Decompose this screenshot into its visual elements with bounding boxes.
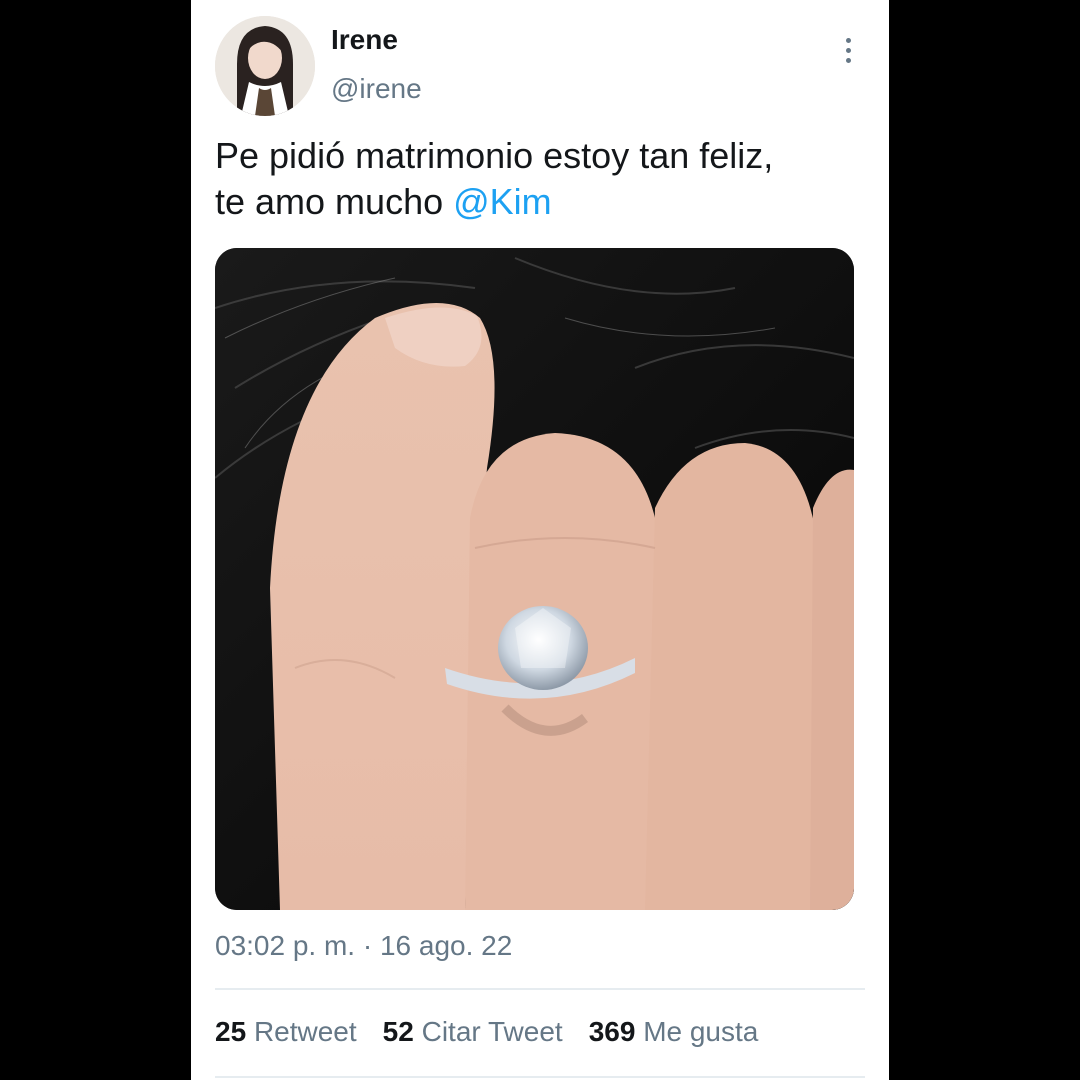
divider	[215, 988, 865, 990]
more-vertical-icon[interactable]	[831, 30, 865, 70]
tweet-timestamp[interactable]: 03:02 p. m. · 16 ago. 22	[215, 930, 512, 962]
tweet-text: Pe pidió matrimonio estoy tan feliz, te …	[215, 133, 865, 225]
quotes-label: Citar Tweet	[421, 1016, 563, 1047]
tweet-text-line-1: Pe pidió matrimonio estoy tan feliz,	[215, 135, 774, 176]
quotes-count: 52	[382, 1016, 414, 1047]
tweet-card: Irene @irene Pe pidió matrimonio estoy t…	[191, 0, 889, 1080]
retweets-label: Retweet	[253, 1016, 357, 1047]
likes-label: Me gusta	[643, 1016, 759, 1047]
more-dot	[845, 47, 851, 53]
author-handle[interactable]: @irene	[331, 73, 422, 105]
retweets-stat[interactable]: 25 Retweet	[215, 1016, 357, 1048]
more-dot	[845, 37, 851, 43]
divider	[215, 1076, 865, 1078]
tweet-photo[interactable]	[215, 248, 854, 910]
tweet-stats: 25 Retweet 52 Citar Tweet 369 Me gusta	[215, 1016, 758, 1048]
avatar[interactable]	[215, 16, 315, 116]
author-name[interactable]: Irene	[331, 24, 398, 56]
tweet-text-line-2: te amo mucho @Kim	[215, 179, 865, 225]
more-dot	[845, 57, 851, 63]
likes-stat[interactable]: 369 Me gusta	[589, 1016, 759, 1048]
quotes-stat[interactable]: 52 Citar Tweet	[383, 1016, 563, 1048]
tweet-text-line-2-prefix: te amo mucho	[215, 181, 454, 222]
retweets-count: 25	[215, 1016, 247, 1047]
likes-count: 369	[588, 1016, 636, 1047]
mention-link[interactable]: @Kim	[453, 181, 552, 222]
